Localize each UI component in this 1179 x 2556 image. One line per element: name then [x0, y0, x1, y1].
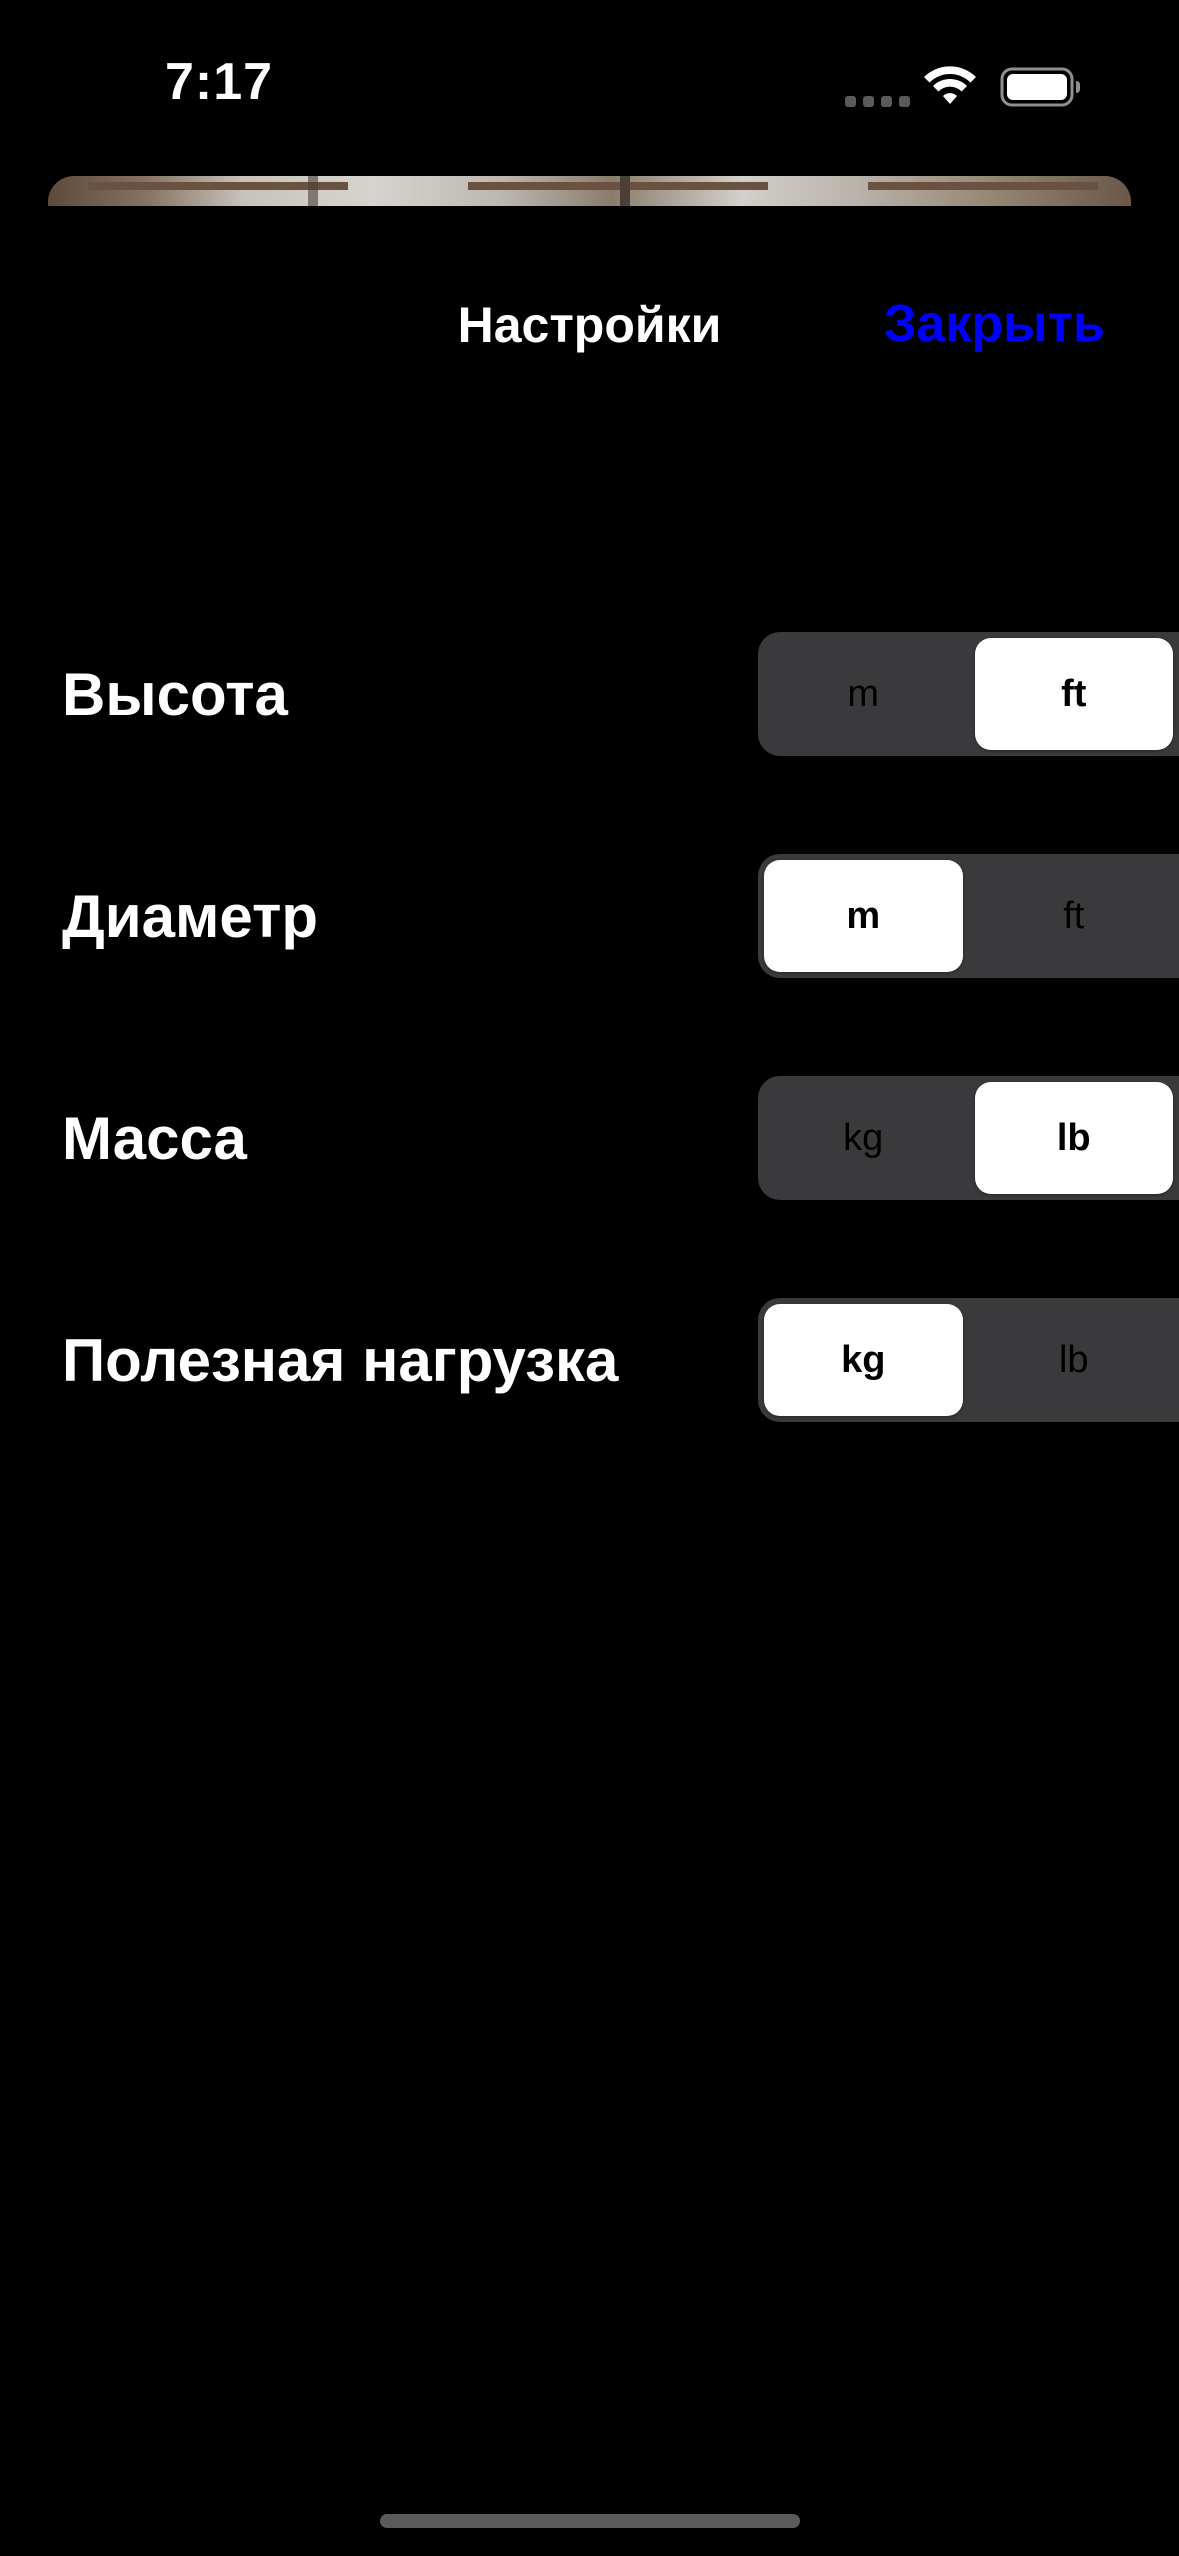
setting-row-height: Высота m ft	[0, 632, 1179, 854]
setting-label: Масса	[62, 1105, 247, 1172]
segment-option[interactable]: ft	[975, 860, 1174, 972]
setting-row-diameter: Диаметр m ft	[0, 854, 1179, 1076]
segment-option[interactable]: ft	[974, 638, 1173, 750]
unit-segmented-control: m ft	[758, 632, 1179, 756]
segment-option[interactable]: m	[764, 860, 963, 972]
segment-option[interactable]: lb	[974, 1082, 1173, 1194]
setting-label: Полезная нагрузка	[62, 1327, 619, 1394]
unit-segmented-control: kg lb	[758, 1076, 1179, 1200]
segment-option[interactable]: m	[764, 638, 963, 750]
cellular-dots-icon	[845, 96, 910, 107]
status-time: 7:17	[165, 53, 274, 111]
battery-icon	[1000, 67, 1080, 107]
close-button[interactable]: Закрыть	[884, 294, 1105, 354]
wifi-icon	[924, 66, 976, 104]
setting-label: Высота	[62, 661, 288, 728]
setting-row-mass: Масса kg lb	[0, 1076, 1179, 1298]
segment-option[interactable]: kg	[764, 1082, 963, 1194]
unit-segmented-control: kg lb	[758, 1298, 1179, 1422]
segment-option[interactable]: lb	[975, 1304, 1174, 1416]
segment-option[interactable]: kg	[764, 1304, 963, 1416]
settings-list: Высота m ft Диаметр m ft Масса kg lb Пол…	[0, 632, 1179, 1520]
setting-label: Диаметр	[62, 883, 318, 950]
background-sheet-image	[48, 176, 1131, 206]
unit-segmented-control: m ft	[758, 854, 1179, 978]
home-indicator[interactable]	[380, 2514, 800, 2528]
setting-row-payload: Полезная нагрузка kg lb	[0, 1298, 1179, 1520]
